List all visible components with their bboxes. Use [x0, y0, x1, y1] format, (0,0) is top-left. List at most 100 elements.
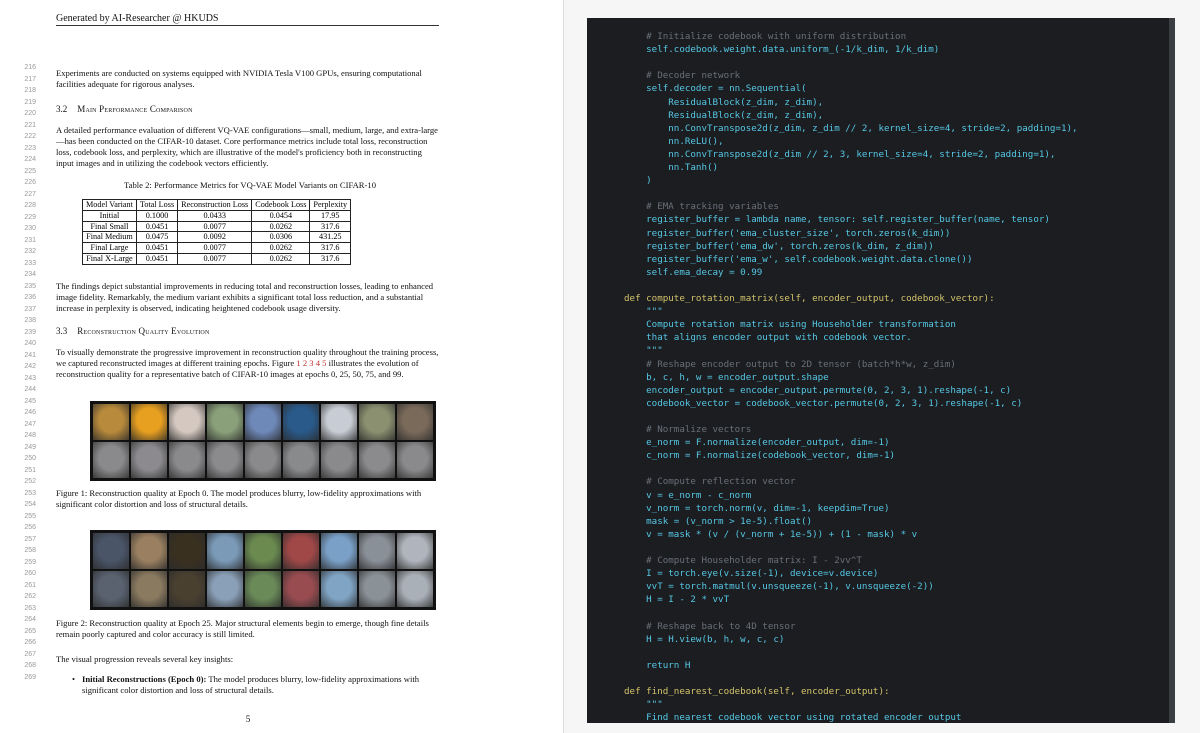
section-heading-3-2: 3.2 Main Performance Comparison: [56, 104, 193, 114]
table-cell: 0.0433: [177, 209, 253, 222]
line-number: 255: [24, 512, 36, 520]
image-thumbnail: [207, 533, 243, 569]
code-line: I = torch.eye(v.size(-1), device=v.devic…: [624, 568, 879, 580]
code-line: """: [624, 699, 663, 711]
image-thumbnail: [245, 533, 281, 569]
figure-2-caption: Figure 2: Reconstruction quality at Epoc…: [56, 618, 429, 639]
image-thumbnail: [321, 442, 357, 478]
image-thumbnail: [321, 571, 357, 607]
line-number: 254: [24, 501, 36, 508]
table-header-cell: Total Loss: [135, 199, 179, 211]
line-number: 258: [24, 547, 36, 554]
image-thumbnail: [131, 442, 167, 478]
figure-reference-links[interactable]: 1 2 3 4 5: [296, 358, 326, 368]
table-cell: Final X-Large: [82, 252, 137, 265]
image-thumbnail: [359, 442, 395, 478]
line-number: 265: [24, 627, 36, 635]
line-number: 246: [24, 409, 36, 416]
code-line: e_norm = F.normalize(encoder_output, dim…: [624, 437, 890, 449]
line-number: 253: [24, 489, 36, 497]
code-line: v = mask * (v / (v_norm + 1e-5)) + (1 - …: [624, 528, 918, 540]
line-number: 247: [24, 420, 36, 428]
line-number: 229: [24, 213, 36, 221]
table-cell: 0.0077: [177, 242, 253, 254]
table-cell: 0.1000: [135, 209, 179, 222]
code-line: encoder_output = encoder_output.permute(…: [624, 384, 1012, 396]
code-line: self.ema_decay = 0.99: [624, 266, 763, 278]
image-thumbnail: [283, 442, 319, 478]
table-cell: 0.0077: [177, 252, 253, 265]
image-thumbnail: [359, 404, 395, 440]
image-thumbnail: [397, 533, 433, 569]
code-line: that aligns encoder output with codebook…: [624, 332, 912, 344]
table-cell: 0.0451: [135, 242, 179, 254]
line-number: 256: [24, 524, 36, 531]
line-number: 222: [24, 133, 36, 140]
table-row: Final Medium 0.0475 0.0092 0.0306 431.25: [82, 231, 352, 244]
code-comment: # Compute Householder matrix: I - 2vv^T: [624, 555, 862, 566]
code-comment: # Reshape encoder output to 2D tensor (b…: [624, 358, 956, 370]
image-thumbnail: [131, 571, 167, 607]
table-header-cell: Perplexity: [309, 199, 352, 211]
figure-1-caption: Figure 1: Reconstruction quality at Epoc…: [56, 488, 422, 509]
line-number: 251: [24, 466, 36, 474]
table-header-cell: Reconstruction Loss: [177, 199, 253, 211]
insights-paragraph: The visual progression reveals several k…: [56, 654, 234, 664]
page-number: 5: [245, 714, 251, 724]
line-number: 219: [24, 98, 36, 106]
code-line: register_buffer('ema_dw', torch.zeros(k_…: [624, 240, 934, 252]
line-number: 262: [24, 593, 36, 600]
table-cell: Final Small: [82, 220, 137, 233]
line-number: 235: [24, 282, 36, 290]
code-line: ResidualBlock(z_dim, z_dim),: [624, 96, 824, 108]
image-thumbnail: [321, 404, 357, 440]
line-number: 249: [24, 443, 36, 451]
bullet-item-initial: • Initial Reconstructions (Epoch 0): The…: [72, 674, 442, 696]
image-thumbnail: [397, 442, 433, 478]
code-line: nn.ReLU(),: [624, 135, 724, 147]
line-number: 241: [24, 351, 36, 359]
line-number: 225: [24, 167, 36, 175]
code-line: nn.Tanh(): [624, 162, 719, 173]
code-scrollbar[interactable]: [1169, 18, 1175, 723]
figure-2-image-grid: [90, 530, 436, 610]
line-number: 228: [24, 202, 36, 209]
section-title: Main Performance Comparison: [77, 104, 193, 114]
table-caption: Table 2: Performance Metrics for VQ-VAE …: [124, 180, 376, 190]
line-number: 261: [24, 581, 36, 589]
image-thumbnail: [169, 404, 205, 440]
table-cell: 317.6: [309, 242, 352, 254]
line-number: 220: [24, 110, 36, 117]
line-number: 269: [24, 673, 36, 681]
table-cell: 0.0077: [177, 220, 253, 233]
code-line: H = H.view(b, h, w, c, c): [624, 633, 785, 645]
line-number: 234: [24, 271, 36, 278]
line-number: 257: [24, 535, 36, 543]
image-thumbnail: [93, 571, 129, 607]
code-line: register_buffer('ema_cluster_size', torc…: [624, 227, 951, 239]
line-number: 230: [24, 225, 36, 232]
table-cell: Final Large: [82, 242, 137, 254]
table-header-row: Model Variant Total Loss Reconstruction Lo…: [82, 199, 352, 211]
findings-paragraph: The findings depict substantial improvem…: [56, 281, 434, 313]
line-number: 240: [24, 340, 36, 347]
bullet-bold: Initial Reconstructions (Epoch 0):: [82, 674, 207, 684]
line-number: 267: [24, 650, 36, 658]
image-thumbnail: [93, 442, 129, 478]
image-thumbnail: [169, 442, 205, 478]
figure-2-reconstruction-row: [93, 571, 433, 607]
code-line: ResidualBlock(z_dim, z_dim),: [624, 109, 824, 121]
table-header-cell: Codebook Loss: [251, 199, 311, 211]
code-line: nn.ConvTranspose2d(z_dim, z_dim // 2, ke…: [624, 122, 1078, 134]
image-thumbnail: [245, 571, 281, 607]
image-thumbnail: [359, 571, 395, 607]
line-number: 250: [24, 455, 36, 462]
line-number: 227: [24, 190, 36, 198]
line-number: 233: [24, 259, 36, 267]
code-comment: # EMA tracking variables: [624, 201, 779, 213]
table-cell: 0.0092: [177, 231, 253, 244]
line-number: 231: [24, 236, 36, 244]
table-row: Final X-Large 0.0451 0.0077 0.0262 317.6: [82, 252, 352, 265]
code-line: """: [624, 306, 663, 318]
line-number: 221: [24, 121, 36, 129]
